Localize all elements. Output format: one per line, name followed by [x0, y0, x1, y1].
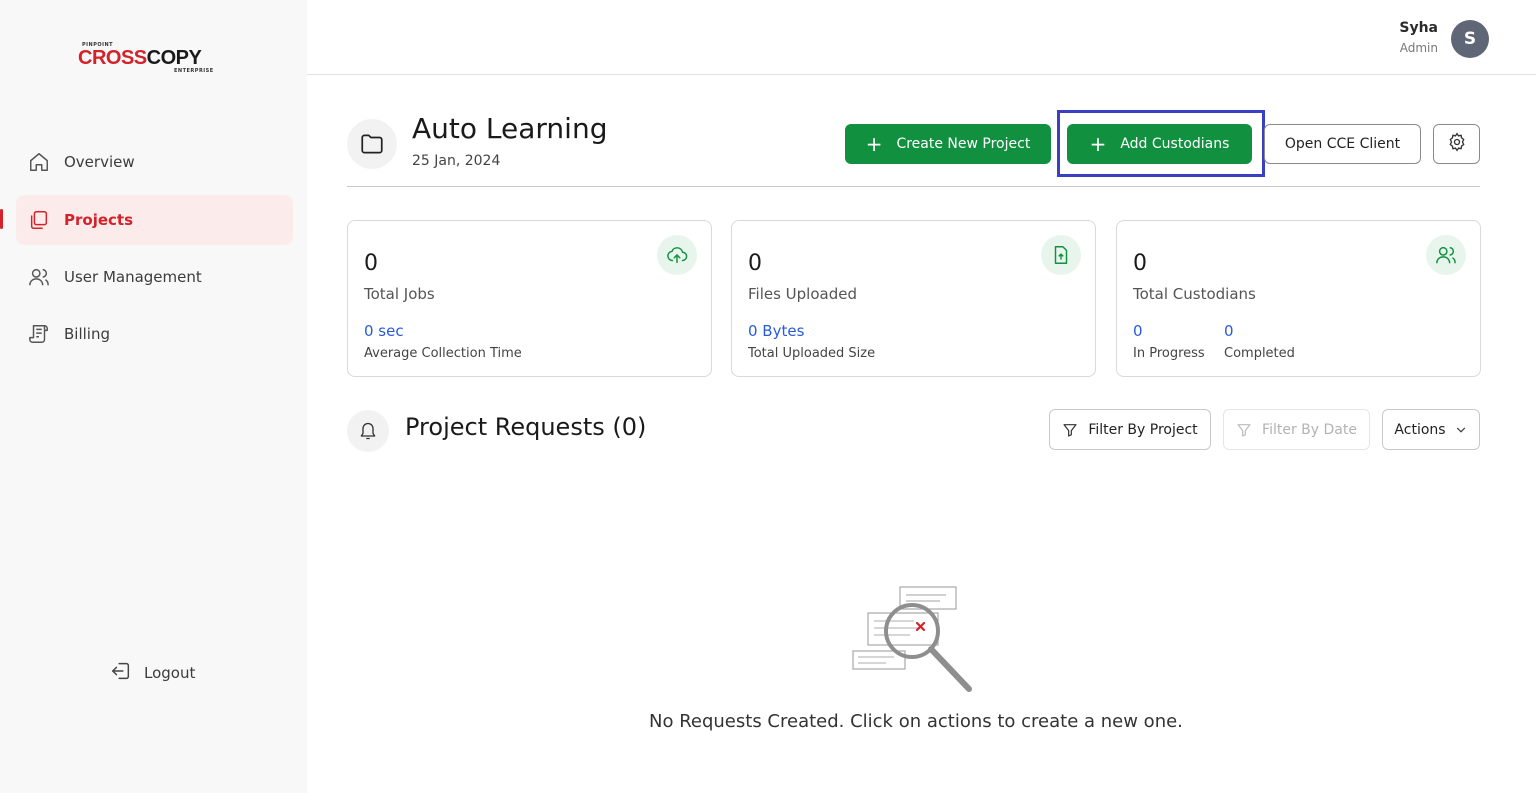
completed-value: 0	[1224, 322, 1234, 340]
uploaded-size-label: Total Uploaded Size	[748, 346, 876, 361]
filter-by-project-button[interactable]: Filter By Project	[1049, 409, 1211, 450]
files-uploaded-card: 0 Files Uploaded 0 Bytes Total Uploaded …	[731, 220, 1096, 377]
gear-icon	[1447, 132, 1467, 156]
logout-button[interactable]: Logout	[110, 660, 195, 686]
sidebar: PINPOINT CROSSCOPY ENTERPRISE Overview P…	[0, 0, 307, 793]
empty-state-message: No Requests Created. Click on actions to…	[649, 711, 1183, 732]
uploaded-size-value: 0 Bytes	[748, 322, 805, 340]
app-logo[interactable]: PINPOINT CROSSCOPY ENTERPRISE	[78, 42, 228, 76]
avatar[interactable]: S	[1451, 20, 1489, 58]
user-role: Admin	[1399, 41, 1438, 55]
logout-label: Logout	[144, 664, 196, 682]
empty-state-illustration	[850, 585, 975, 695]
sidebar-item-user-management[interactable]: User Management	[16, 252, 293, 302]
total-custodians-card: 0 Total Custodians 0 In Progress 0 Compl…	[1116, 220, 1481, 377]
highlight-box	[1057, 110, 1265, 177]
total-custodians-label: Total Custodians	[1133, 285, 1256, 303]
total-jobs-card: 0 Total Jobs 0 sec Average Collection Ti…	[347, 220, 712, 377]
sidebar-item-label: Projects	[64, 211, 134, 229]
active-nav-marker	[0, 209, 3, 229]
top-bar	[307, 0, 1536, 75]
filter-icon	[1063, 423, 1077, 437]
filter-by-date-button[interactable]: Filter By Date	[1223, 409, 1370, 450]
avg-collection-time-label: Average Collection Time	[364, 346, 522, 361]
settings-button[interactable]	[1433, 124, 1480, 164]
completed-label: Completed	[1224, 346, 1295, 361]
filter-icon	[1237, 423, 1251, 437]
user-name: Syha	[1399, 20, 1438, 36]
sidebar-item-label: Billing	[64, 325, 110, 343]
users-icon	[28, 266, 50, 288]
plus-icon: +	[865, 132, 883, 156]
files-uploaded-count: 0	[748, 251, 762, 276]
total-jobs-count: 0	[364, 251, 378, 276]
create-new-project-button[interactable]: + Create New Project	[845, 124, 1051, 164]
folder-icon	[347, 119, 397, 169]
logo-brand: CROSSCOPY	[78, 47, 202, 69]
total-jobs-label: Total Jobs	[364, 285, 435, 303]
divider	[347, 186, 1480, 187]
total-custodians-count: 0	[1133, 251, 1147, 276]
logout-icon	[110, 660, 132, 686]
sidebar-item-overview[interactable]: Overview	[16, 137, 293, 187]
cloud-upload-icon	[657, 235, 697, 275]
in-progress-value: 0	[1133, 322, 1143, 340]
home-icon	[28, 151, 50, 173]
avg-collection-time-value: 0 sec	[364, 322, 404, 340]
sidebar-item-projects[interactable]: Projects	[16, 195, 293, 245]
page-title: Auto Learning	[412, 112, 608, 145]
in-progress-label: In Progress	[1133, 346, 1205, 361]
open-cce-client-button[interactable]: Open CCE Client	[1264, 124, 1421, 164]
users-icon	[1426, 235, 1466, 275]
logo-bottom-text: ENTERPRISE	[174, 68, 214, 74]
sidebar-item-billing[interactable]: Billing	[16, 309, 293, 359]
section-title: Project Requests (0)	[405, 413, 647, 441]
chevron-down-icon	[1456, 427, 1465, 433]
bell-icon	[347, 410, 389, 452]
sidebar-item-label: Overview	[64, 153, 135, 171]
billing-icon	[28, 323, 50, 345]
file-upload-icon	[1041, 235, 1081, 275]
projects-icon	[28, 209, 50, 231]
project-date: 25 Jan, 2024	[412, 153, 501, 169]
sidebar-item-label: User Management	[64, 268, 202, 286]
files-uploaded-label: Files Uploaded	[748, 285, 857, 303]
actions-dropdown[interactable]: Actions	[1382, 409, 1480, 450]
